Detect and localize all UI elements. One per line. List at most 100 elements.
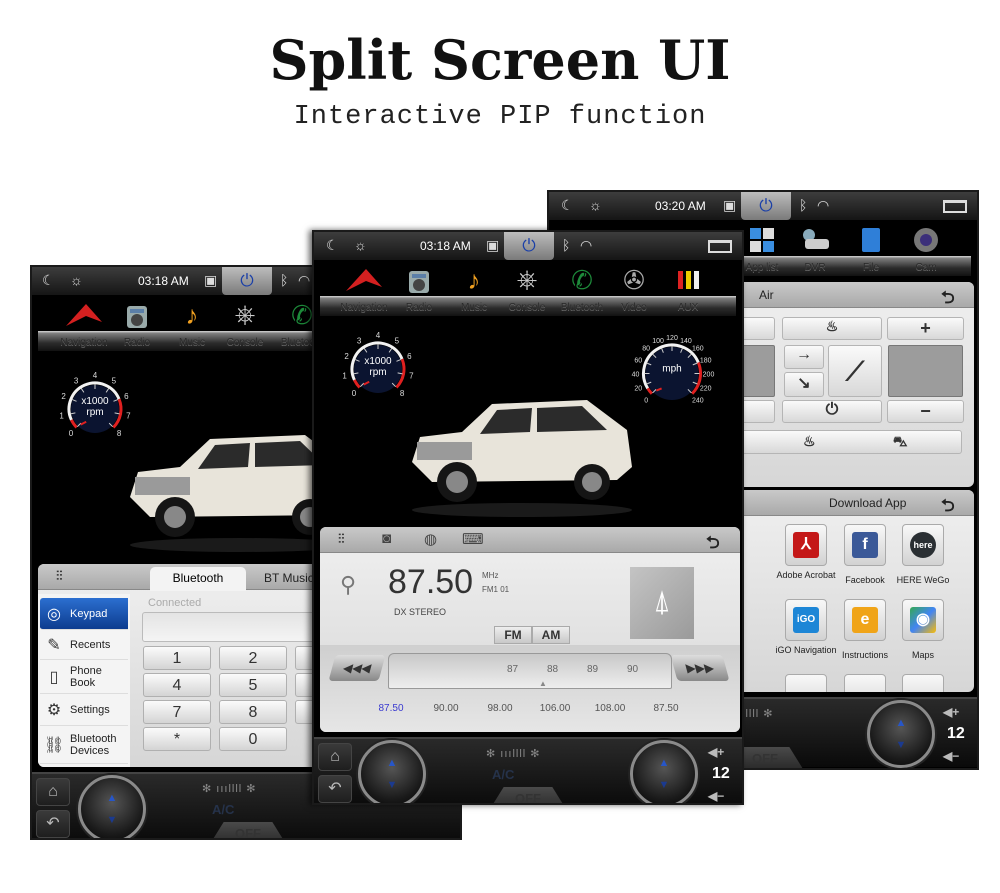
equalizer-icon[interactable]: ⫶⫶ [56,568,63,584]
power-icon[interactable]: ⏻ [741,192,791,220]
preset-6[interactable]: 87.50 [647,703,685,714]
key-star[interactable]: * [143,727,211,751]
tab-bt-music[interactable]: BT Music [264,571,314,585]
back-arrow-icon[interactable]: ⮌ [941,285,955,314]
arrow-down-icon[interactable]: ▼ [870,739,932,751]
app-play-store[interactable] [785,674,827,692]
seek-forward-button[interactable]: ▶▶▶ [670,655,730,681]
air-power-button[interactable]: ⏻ [782,400,882,423]
key-0[interactable]: 0 [219,727,287,751]
ac-button[interactable]: A/C [492,767,514,782]
am-button[interactable]: AM [532,626,570,644]
app-adobe-acrobat[interactable]: ⅄ [785,524,827,566]
nav-radio[interactable]: Radio [392,264,446,313]
nav-navigation[interactable]: Navigation [337,264,391,313]
tab-bluetooth[interactable]: Bluetooth [150,567,246,591]
nav-aux[interactable]: AUX [661,264,715,313]
seek-back-button[interactable]: ◀◀◀ [328,655,386,681]
back-arrow-icon[interactable]: ⮌ [941,493,955,522]
fm-button[interactable]: FM [494,626,532,644]
nav-console[interactable]: ⎈ Console [500,264,554,313]
app-instructions[interactable]: e [844,599,886,641]
nav-dvr[interactable]: DVR [788,224,842,273]
left-temp-knob[interactable]: ▲ ▼ [78,775,146,838]
arrow-up-icon[interactable]: ▲ [633,757,695,769]
moon-icon[interactable]: ☾ [561,197,574,214]
key-4[interactable]: 4 [143,673,211,697]
volume-up-button[interactable]: ◀+ [708,745,724,759]
sidebar-item-bluetooth-devices[interactable]: ⛓ Bluetooth Devices [40,726,128,764]
scan-icon[interactable]: ◍ [424,530,437,548]
right-temp-knob[interactable]: ▲ ▼ [630,740,698,803]
power-icon[interactable]: ⏻ [504,232,554,260]
nav-video[interactable]: ✇ Video [607,264,661,314]
sidebar-item-settings[interactable]: ⚙ Settings [40,694,128,726]
volume-down-button[interactable]: ◀− [943,749,959,763]
airflow-face-button[interactable]: → [784,345,824,369]
key-1[interactable]: 1 [143,646,211,670]
preset-4[interactable]: 106.00 [533,703,577,714]
home-button[interactable]: ⌂ [318,743,352,771]
ac-button[interactable]: A/C [212,802,234,817]
temp-minus-button[interactable]: − [887,400,964,423]
speaker-icon[interactable]: ◙ [382,530,391,547]
recirculation-icon[interactable]: ⛍ [893,433,907,452]
nav-console[interactable]: ⎈ Console [218,299,272,348]
arrow-up-icon[interactable]: ▲ [361,757,423,769]
fan-speed-indicator[interactable]: ✻ ıııllll ✻ [486,747,541,761]
preset-3[interactable]: 98.00 [481,703,519,714]
right-temp-knob[interactable]: ▲ ▼ [867,700,935,768]
nav-bluetooth[interactable]: ✆ Bluetooth [555,264,609,314]
app-igo-navigation[interactable]: iGO [785,599,827,641]
seat-airflow-button[interactable]: ⟋ [828,345,882,397]
back-button[interactable]: ↶ [318,775,352,803]
back-button[interactable]: ↶ [36,810,70,838]
arrow-down-icon[interactable]: ▼ [81,814,143,826]
nav-music[interactable]: ♪ Music [447,264,501,314]
app-facebook[interactable]: f [844,524,886,566]
split-window-icon[interactable] [708,240,732,253]
home-button[interactable]: ⌂ [36,778,70,806]
keyboard-icon[interactable]: ⌨ [462,530,484,548]
front-defrost-button[interactable]: ♨ [782,317,882,340]
nav-file[interactable]: File [844,224,898,273]
nav-music[interactable]: ♪ Music [165,299,219,349]
climate-off-button[interactable]: OFF [490,787,566,803]
sun-icon[interactable]: ☼ [589,197,602,213]
moon-icon[interactable]: ☾ [42,272,55,289]
fan-speed-indicator[interactable]: ✻ ıııllll ✻ [202,782,257,796]
app-maps[interactable]: ◉ [902,599,944,641]
sun-icon[interactable]: ☼ [70,272,83,288]
nav-radio[interactable]: Radio [110,299,164,348]
preset-5[interactable]: 108.00 [588,703,632,714]
key-8[interactable]: 8 [219,700,287,724]
key-7[interactable]: 7 [143,700,211,724]
key-2[interactable]: 2 [219,646,287,670]
arrow-down-icon[interactable]: ▼ [633,779,695,791]
equalizer-icon[interactable]: ⫶⫶ [338,531,345,547]
sidebar-item-recents[interactable]: ✎ Recents [40,630,128,660]
arrow-up-icon[interactable]: ▲ [870,717,932,729]
back-arrow-icon[interactable]: ⮌ [706,530,720,559]
app-here-wego[interactable]: here [902,524,944,566]
nav-cam[interactable]: Cam [899,224,953,273]
key-5[interactable]: 5 [219,673,287,697]
airflow-feet-button[interactable]: ↘ [784,372,824,397]
app-waze[interactable] [902,674,944,692]
moon-icon[interactable]: ☾ [326,237,339,254]
left-temp-knob[interactable]: ▲ ▼ [358,740,426,803]
search-icon[interactable]: ⚲ [340,572,356,598]
preset-2[interactable]: 90.00 [427,703,465,714]
sidebar-item-phone-book[interactable]: ▯ Phone Book [40,660,128,694]
rear-defrost-icon[interactable]: ♨ [803,433,816,450]
volume-down-button[interactable]: ◀− [708,789,724,803]
sidebar-item-keypad[interactable]: ◎ Keypad [40,598,128,630]
climate-off-button[interactable]: OFF [210,822,286,838]
split-window-icon[interactable] [943,200,967,213]
preset-1[interactable]: 87.50 [372,703,410,714]
arrow-down-icon[interactable]: ▼ [361,779,423,791]
power-icon[interactable]: ⏻ [222,267,272,295]
arrow-up-icon[interactable]: ▲ [81,792,143,804]
app-twitter[interactable] [844,674,886,692]
nav-navigation[interactable]: Navigation [57,299,111,348]
